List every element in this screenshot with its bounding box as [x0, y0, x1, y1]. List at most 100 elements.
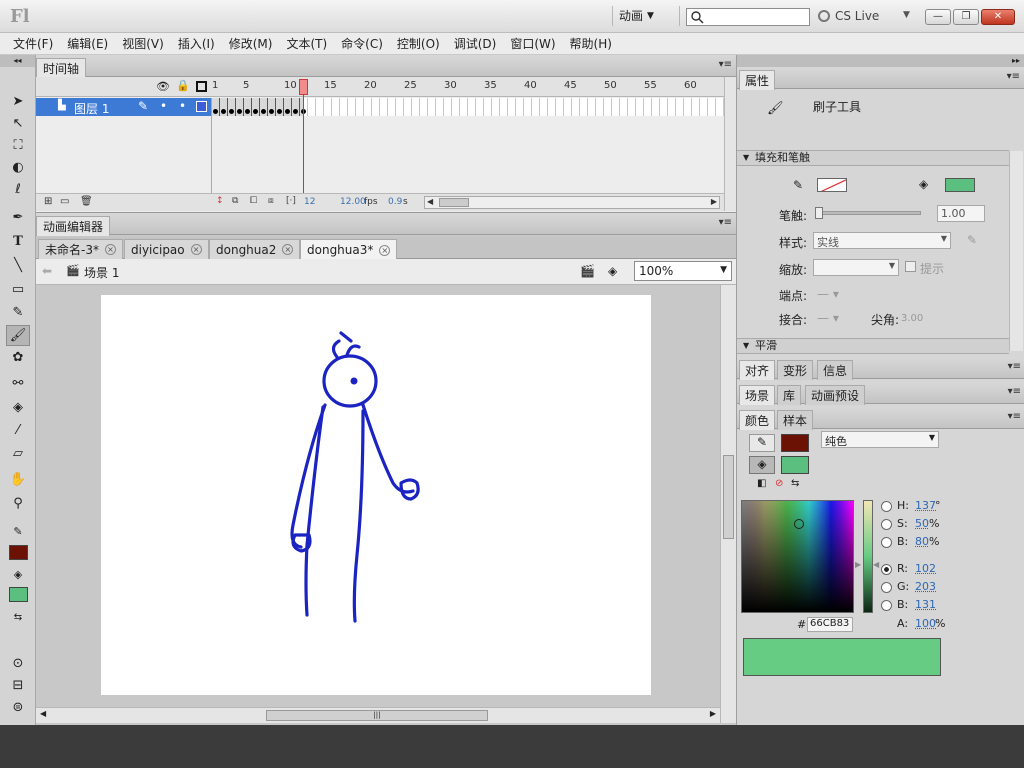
- selection-tool-icon[interactable]: ➤: [6, 91, 30, 112]
- tab-motion-editor[interactable]: 动画编辑器: [36, 216, 110, 236]
- swap-colors-icon[interactable]: ⇆: [6, 607, 30, 628]
- layer-outline-color[interactable]: [196, 101, 207, 112]
- search-input[interactable]: [686, 8, 810, 26]
- menu-edit[interactable]: 编辑(E): [60, 35, 115, 52]
- edit-multiple-icon[interactable]: ⧈: [268, 196, 274, 206]
- menu-control[interactable]: 控制(O): [390, 35, 447, 52]
- b-value[interactable]: 80: [915, 535, 929, 548]
- onion-outline-icon[interactable]: ⧠: [250, 196, 257, 206]
- restore-button[interactable]: ❐: [953, 9, 979, 25]
- toolbar-stroke-swatch[interactable]: [9, 545, 28, 560]
- keyframe-dot[interactable]: [237, 109, 242, 114]
- frame-rate[interactable]: 12.00: [340, 197, 366, 207]
- keyframe-dot[interactable]: [229, 109, 234, 114]
- brightness-slider[interactable]: [863, 500, 873, 613]
- join-select[interactable]: — ▾: [817, 311, 839, 325]
- close-icon[interactable]: ×: [282, 244, 293, 255]
- tab-timeline[interactable]: 时间轴: [36, 58, 86, 78]
- keyframe-dot[interactable]: [277, 109, 282, 114]
- blue-value[interactable]: 131: [915, 598, 936, 611]
- menu-help[interactable]: 帮助(H): [563, 35, 619, 52]
- menu-view[interactable]: 视图(V): [115, 35, 171, 52]
- keyframe-dot[interactable]: [269, 109, 274, 114]
- visible-dot-icon[interactable]: •: [160, 99, 167, 113]
- stroke-width-input[interactable]: 1.00: [937, 205, 985, 222]
- close-icon[interactable]: ×: [105, 244, 116, 255]
- style-select[interactable]: 实线 ▼: [813, 232, 951, 249]
- color-spectrum[interactable]: [741, 500, 854, 613]
- keyframe-dot[interactable]: [221, 109, 226, 114]
- keyframe-dot[interactable]: [293, 109, 298, 114]
- panel-menu-icon[interactable]: ▾≡: [1008, 386, 1021, 397]
- swap-colors-icon[interactable]: ⇆: [791, 478, 799, 489]
- panel-menu-icon[interactable]: ▾≡: [1007, 71, 1020, 82]
- lock-icon[interactable]: 🔒: [176, 79, 190, 92]
- document-tab[interactable]: diyicipao ×: [124, 239, 209, 259]
- text-tool-icon[interactable]: T: [6, 231, 30, 252]
- color-type-select[interactable]: 纯色 ▼: [821, 431, 939, 448]
- color-stroke-swatch[interactable]: [781, 434, 809, 452]
- hint-checkbox[interactable]: [905, 261, 916, 272]
- stage[interactable]: [101, 295, 651, 695]
- rectangle-tool-icon[interactable]: ▭: [6, 279, 30, 300]
- brush-tool-icon[interactable]: 🖌: [6, 325, 30, 346]
- onion-skin-icon[interactable]: ⧉: [232, 196, 238, 206]
- section-fill-stroke[interactable]: ▼ 填充和笔触: [737, 150, 1009, 166]
- menu-insert[interactable]: 插入(I): [171, 35, 222, 52]
- color-fill-swatch[interactable]: [781, 456, 809, 474]
- layer-name[interactable]: 图层 1: [74, 100, 109, 117]
- tab-color[interactable]: 颜色: [739, 410, 775, 430]
- section-smooth[interactable]: ▼ 平滑: [737, 338, 1009, 354]
- menu-window[interactable]: 窗口(W): [503, 35, 562, 52]
- edit-scene-icon[interactable]: 🎬: [580, 264, 595, 278]
- scroll-thumb[interactable]: [439, 198, 469, 207]
- collapse-handle[interactable]: ▸▸: [737, 55, 1024, 67]
- blue-radio[interactable]: [881, 600, 892, 611]
- alpha-value[interactable]: 100: [915, 617, 936, 630]
- onion-markers-icon[interactable]: [·]: [286, 196, 296, 206]
- document-tab[interactable]: 未命名-3* ×: [38, 239, 123, 259]
- stroke-color-none[interactable]: [817, 178, 847, 192]
- menu-debug[interactable]: 调试(D): [447, 35, 504, 52]
- eyedropper-tool-icon[interactable]: ⁄: [6, 420, 30, 441]
- bone-tool-icon[interactable]: ⚯: [6, 373, 30, 394]
- deco-tool-icon[interactable]: ✿: [6, 347, 30, 368]
- chevron-down-icon[interactable]: ▼: [903, 10, 910, 20]
- menu-text[interactable]: 文本(T): [279, 35, 334, 52]
- scroll-right-icon[interactable]: ▶: [710, 709, 716, 718]
- tab-motion-presets[interactable]: 动画预设: [805, 385, 865, 405]
- edit-symbol-icon[interactable]: ◈: [608, 264, 617, 278]
- close-icon[interactable]: ×: [191, 244, 202, 255]
- pencil-tool-icon[interactable]: ✎: [6, 302, 30, 323]
- h-radio[interactable]: [881, 501, 892, 512]
- edit-style-icon[interactable]: ✎: [967, 233, 977, 247]
- no-color-icon[interactable]: ⊘: [775, 478, 783, 489]
- document-tab-active[interactable]: donghua3* ×: [300, 239, 397, 260]
- scroll-left-icon[interactable]: ◀: [40, 709, 46, 718]
- properties-vscroll[interactable]: [1009, 151, 1023, 351]
- g-value[interactable]: 203: [915, 580, 936, 593]
- stage-hscroll[interactable]: ◀ ||| ▶: [36, 707, 720, 723]
- delete-icon[interactable]: 🗑: [80, 196, 93, 207]
- close-button[interactable]: ✕: [981, 9, 1015, 25]
- scroll-thumb[interactable]: |||: [266, 710, 488, 721]
- new-layer-icon[interactable]: ⊞: [44, 196, 52, 207]
- timeline-vscroll[interactable]: [724, 77, 736, 211]
- 3d-rotation-tool-icon[interactable]: ◐: [6, 157, 30, 178]
- scene-name[interactable]: 场景 1: [84, 264, 119, 281]
- hand-tool-icon[interactable]: ✋: [6, 469, 30, 490]
- r-value[interactable]: 102: [915, 562, 936, 575]
- b-radio[interactable]: [881, 537, 892, 548]
- straighten-icon[interactable]: ⊜: [6, 697, 30, 718]
- lasso-tool-icon[interactable]: ℓ: [6, 179, 30, 200]
- scroll-right-icon[interactable]: ▶: [711, 197, 717, 206]
- current-frame[interactable]: 12: [304, 197, 315, 207]
- tab-swatches[interactable]: 样本: [777, 410, 813, 430]
- new-folder-icon[interactable]: ▭: [60, 196, 69, 207]
- keyframe-dot[interactable]: [285, 109, 290, 114]
- tab-scene[interactable]: 场景: [739, 385, 775, 405]
- cs-live-button[interactable]: CS Live: [818, 9, 879, 23]
- center-frame-icon[interactable]: ↕: [216, 196, 224, 206]
- r-radio[interactable]: [881, 564, 892, 575]
- panel-menu-icon[interactable]: ▾≡: [1008, 411, 1021, 422]
